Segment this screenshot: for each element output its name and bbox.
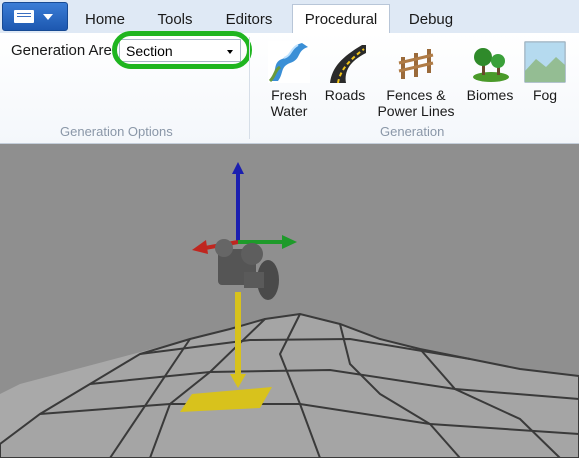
camera-object — [215, 239, 279, 300]
tab-tools[interactable]: Tools — [150, 6, 200, 33]
3d-viewport[interactable] — [0, 144, 579, 458]
generation-area-label: Generation Are — [11, 42, 112, 59]
ribbon-tab-strip: Home Tools Editors Procedural Debug — [0, 0, 579, 34]
biomes-button[interactable]: Biomes — [464, 41, 516, 103]
fences-label-1: Fences & — [386, 87, 446, 103]
tab-debug[interactable]: Debug — [402, 6, 460, 33]
fence-icon — [395, 41, 437, 83]
roads-label: Roads — [324, 87, 366, 103]
dropdown-arrow-icon — [43, 14, 53, 20]
roads-button[interactable]: Roads — [322, 41, 368, 103]
biomes-label: Biomes — [466, 87, 514, 103]
fresh-water-icon — [268, 41, 310, 83]
ribbon-panel: Generation Are Section Generation Option… — [0, 31, 579, 144]
fresh-water-label-2: Water — [270, 103, 308, 119]
fog-button[interactable]: Fog — [523, 41, 567, 103]
fog-icon — [524, 41, 566, 83]
generation-options-group-label: Generation Options — [60, 124, 173, 139]
generation-group-label: Generation — [380, 124, 445, 139]
fresh-water-button[interactable]: Fresh Water — [266, 41, 312, 119]
biomes-icon — [469, 41, 511, 83]
roads-icon — [324, 41, 366, 83]
tab-editors[interactable]: Editors — [220, 6, 278, 33]
fences-power-lines-button[interactable]: Fences & Power Lines — [375, 41, 457, 119]
tab-home[interactable]: Home — [79, 6, 131, 33]
menu-icon — [14, 10, 34, 23]
fresh-water-label-1: Fresh — [271, 87, 307, 103]
application-menu-button[interactable] — [2, 2, 68, 31]
highlight-ring — [112, 31, 252, 69]
fog-label: Fog — [532, 87, 558, 103]
tab-procedural[interactable]: Procedural — [292, 4, 390, 33]
fences-label-2: Power Lines — [377, 103, 455, 119]
terrain-grid — [0, 312, 579, 458]
group-separator — [249, 37, 250, 139]
